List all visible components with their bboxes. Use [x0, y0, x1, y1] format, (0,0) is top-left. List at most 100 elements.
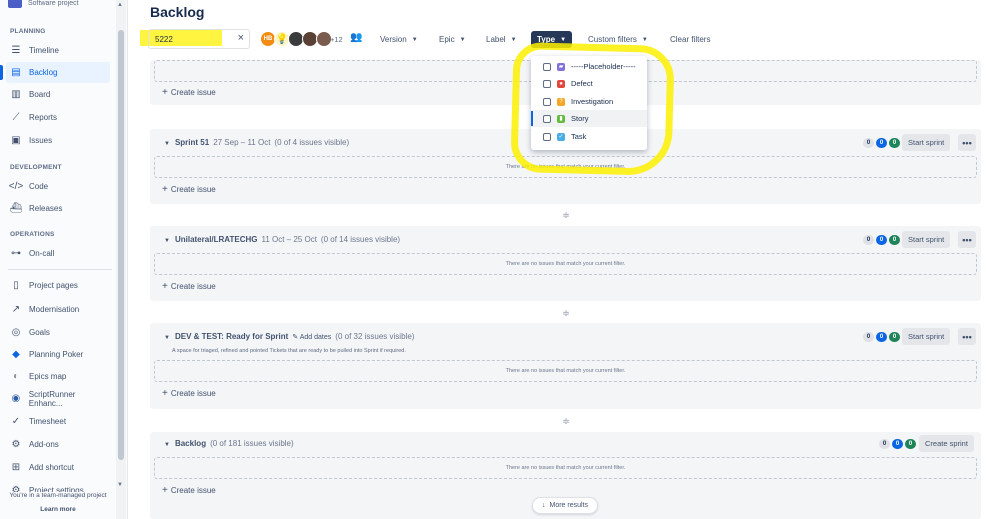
- clear-search-icon[interactable]: ×: [238, 32, 244, 44]
- create-issue-button[interactable]: + Create issue: [162, 281, 216, 292]
- plus-icon: +: [162, 485, 168, 496]
- scroll-up-icon[interactable]: ▲: [117, 2, 123, 8]
- backlog-header[interactable]: ▼ Backlog (0 of 181 issues visible): [164, 439, 294, 448]
- project-logo: [8, 0, 22, 8]
- drag-handle-icon[interactable]: ≑: [561, 210, 571, 221]
- checkbox[interactable]: [543, 132, 551, 141]
- sidebar-footer: You're in a team-managed project Learn m…: [0, 492, 116, 513]
- type-option-story[interactable]: ▮ Story: [531, 110, 647, 127]
- more-actions-button[interactable]: •••: [958, 328, 976, 345]
- create-issue-button[interactable]: + Create issue: [162, 184, 216, 195]
- create-sprint-button[interactable]: Create sprint: [919, 435, 974, 452]
- checkbox[interactable]: [543, 97, 551, 106]
- sprint-header[interactable]: ▼ DEV & TEST: Ready for Sprint ✎ Add dates…: [164, 332, 414, 341]
- plus-icon: +: [162, 87, 168, 98]
- plus-icon: +: [162, 281, 168, 292]
- create-issue-button[interactable]: + Create issue: [162, 87, 216, 98]
- count-todo: 0: [863, 332, 874, 342]
- sidebar-item-project-pages[interactable]: ▯ Project pages: [0, 275, 110, 296]
- sidebar-item-scriptrunner[interactable]: ◉ ScriptRunner Enhanc...: [0, 388, 110, 409]
- label-filter[interactable]: Label ▼: [480, 31, 523, 48]
- scroll-down-icon[interactable]: ▼: [117, 482, 123, 488]
- sprint-header[interactable]: ▼ Sprint 51 27 Sep – 11 Oct (0 of 4 issues …: [164, 138, 349, 147]
- count-todo: 0: [863, 138, 874, 148]
- sprint-header[interactable]: ▼ Unilateral/LRATECHG 11 Oct – 25 Oct (0 of…: [164, 235, 400, 244]
- drag-handle-icon[interactable]: ≑: [561, 308, 571, 319]
- custom-filters[interactable]: Custom filters ▼: [582, 31, 654, 48]
- type-option-task[interactable]: ✓ Task: [531, 128, 647, 145]
- sprint-panel: ▼ Unilateral/LRATECHG 11 Oct – 25 Oct (0 of…: [150, 226, 981, 301]
- scrollbar-thumb[interactable]: [118, 30, 124, 460]
- checkbox[interactable]: [543, 79, 551, 88]
- count-done: 0: [889, 138, 900, 148]
- sidebar-item-goals[interactable]: ◎ Goals: [0, 322, 110, 343]
- drag-handle-icon[interactable]: ≑: [561, 416, 571, 427]
- learn-more-link[interactable]: Learn more: [0, 506, 116, 513]
- create-issue-button[interactable]: + Create issue: [162, 388, 216, 399]
- checkbox[interactable]: [543, 114, 551, 123]
- placeholder-type-icon: ▰: [557, 62, 565, 71]
- chevron-down-icon: ▼: [641, 36, 648, 43]
- sprint-description: A space for triaged, refined and pointed…: [172, 348, 406, 354]
- sidebar-item-timesheet[interactable]: ✓ Timesheet: [0, 411, 110, 432]
- more-actions-button[interactable]: •••: [958, 134, 976, 151]
- search-input[interactable]: 5222 ×: [148, 29, 250, 49]
- code-icon: </>: [8, 180, 24, 192]
- timesheet-icon: ✓: [11, 415, 21, 427]
- type-option-defect[interactable]: ● Defect: [531, 75, 647, 92]
- add-people-icon[interactable]: 👥: [350, 32, 364, 46]
- sidebar-scrollbar[interactable]: ▲ ▼: [116, 0, 126, 519]
- sidebar-item-modernisation[interactable]: ↗ Modernisation: [0, 299, 110, 320]
- sidebar-item-reports[interactable]: ⟋ Reports: [0, 107, 110, 128]
- avatars-more[interactable]: +12: [330, 35, 343, 44]
- start-sprint-button[interactable]: Start sprint: [902, 134, 951, 151]
- sidebar-divider: [8, 269, 112, 270]
- reports-icon: ⟋: [12, 111, 20, 123]
- sidebar-item-issues[interactable]: ▣ Issues: [0, 130, 110, 151]
- chevron-down-icon: ▼: [560, 36, 567, 43]
- sidebar-item-backlog[interactable]: ▤ Backlog: [0, 62, 110, 83]
- sidebar-item-releases[interactable]: ⛴ Releases: [0, 198, 110, 219]
- investigation-type-icon: ?: [557, 97, 565, 106]
- sidebar-item-code[interactable]: </> Code: [0, 176, 110, 197]
- epic-filter[interactable]: Epic ▼: [433, 31, 472, 48]
- start-sprint-button[interactable]: Start sprint: [902, 231, 951, 248]
- more-actions-button[interactable]: •••: [958, 231, 976, 248]
- version-filter[interactable]: Version ▼: [374, 31, 424, 48]
- external-link-icon: ↗: [11, 303, 21, 315]
- arrow-down-icon: ↓: [541, 502, 546, 509]
- issues-icon: ▣: [11, 134, 21, 146]
- sidebar-item-add-shortcut[interactable]: ⊞ Add shortcut: [0, 457, 110, 478]
- task-type-icon: ✓: [557, 132, 565, 141]
- sidebar-item-timeline[interactable]: ☰ Timeline: [0, 40, 110, 61]
- sidebar-item-planning-poker[interactable]: ◆ Planning Poker: [0, 344, 110, 365]
- count-done: 0: [889, 235, 900, 245]
- create-issue-button[interactable]: + Create issue: [162, 485, 216, 496]
- issue-counts: 0 0 0: [863, 138, 900, 148]
- type-filter[interactable]: Type ▼: [531, 31, 573, 48]
- section-operations: OPERATIONS: [10, 231, 55, 238]
- timeline-icon: ☰: [11, 44, 21, 56]
- plus-icon: +: [162, 184, 168, 195]
- add-ons-icon: ⚙: [11, 438, 21, 450]
- project-header[interactable]: Software project: [8, 0, 120, 14]
- empty-state: There are no issues that match your curr…: [154, 253, 977, 275]
- add-shortcut-icon: ⊞: [11, 461, 21, 473]
- type-option-placeholder[interactable]: ▰ -----Placeholder-----: [531, 58, 647, 75]
- checkbox[interactable]: [543, 62, 551, 71]
- sidebar-item-epics-map[interactable]: ◐ Epics map: [0, 366, 110, 387]
- chevron-down-icon: ▼: [411, 36, 418, 43]
- start-sprint-button[interactable]: Start sprint: [902, 328, 951, 345]
- defect-type-icon: ●: [557, 79, 565, 88]
- sidebar-item-on-call[interactable]: ⊶ On-call: [0, 243, 110, 264]
- scriptrunner-icon: ◉: [11, 392, 21, 404]
- more-results-button[interactable]: ↓ More results: [532, 497, 598, 514]
- sidebar-item-board[interactable]: ▥ Board: [0, 84, 110, 105]
- add-dates-link[interactable]: Add dates: [300, 334, 332, 341]
- chevron-down-icon: ▼: [164, 238, 170, 244]
- chevron-down-icon: ▼: [459, 36, 466, 43]
- sidebar-item-add-ons[interactable]: ⚙ Add-ons: [0, 434, 110, 455]
- count-todo: 0: [863, 235, 874, 245]
- clear-filters-button[interactable]: Clear filters: [664, 31, 716, 48]
- type-option-investigation[interactable]: ? Investigation: [531, 93, 647, 110]
